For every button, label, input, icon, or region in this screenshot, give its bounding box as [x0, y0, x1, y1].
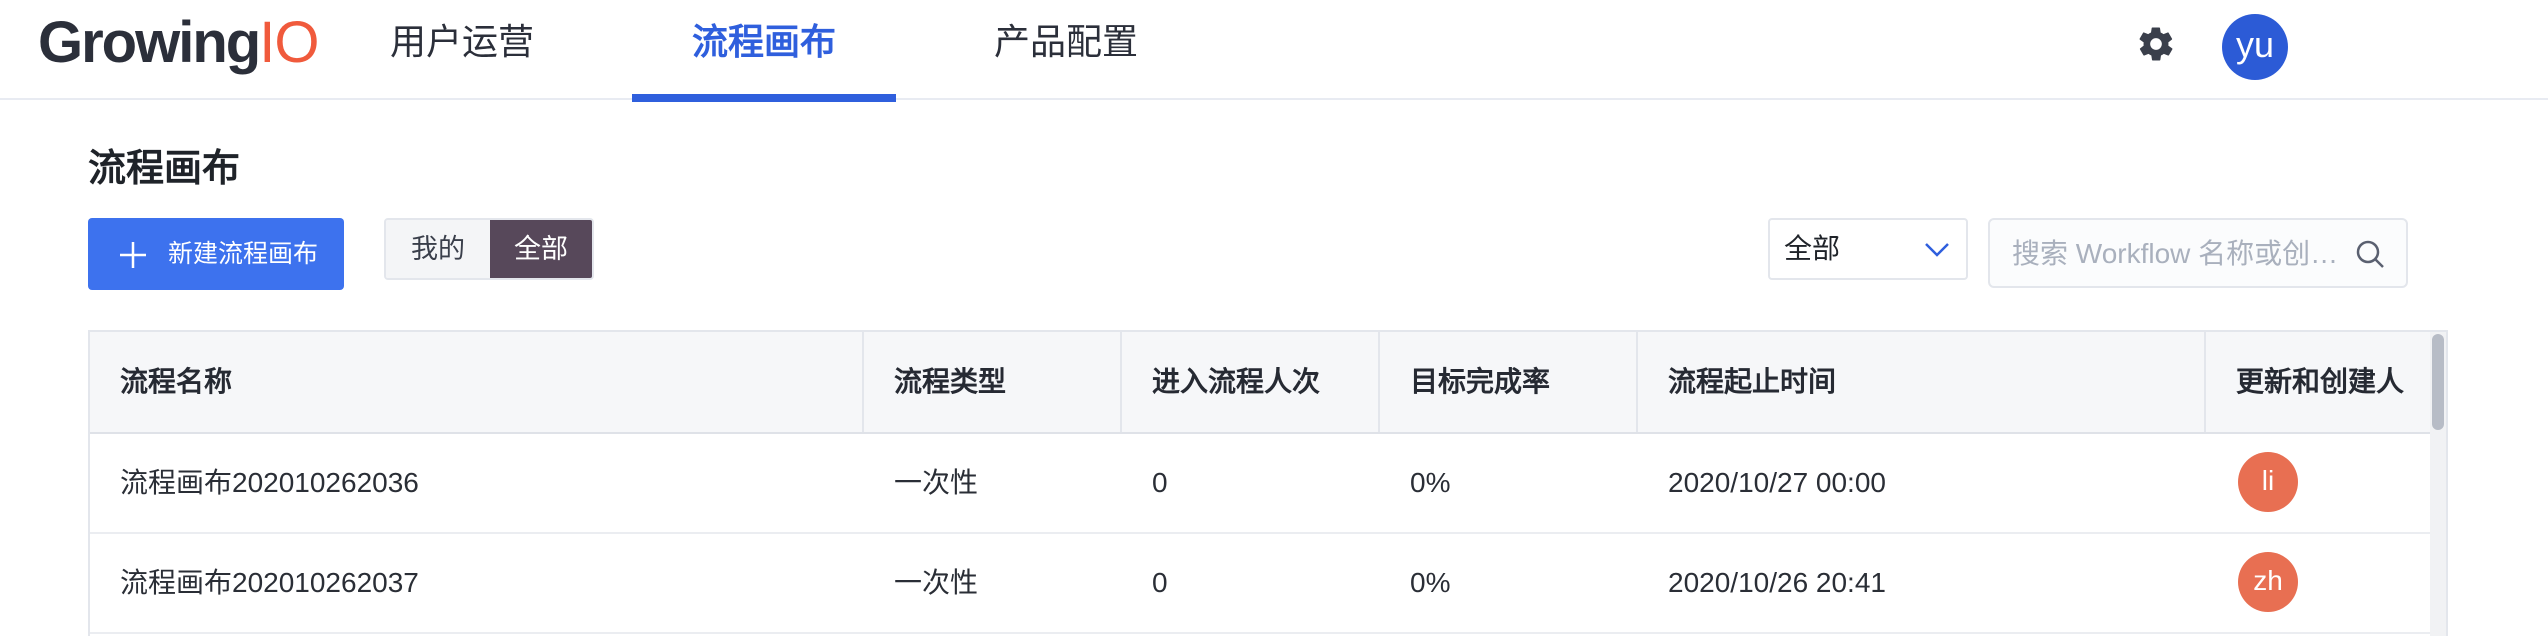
cell-completion-rate: 0%	[1410, 567, 1451, 598]
column-header-type[interactable]: 流程类型	[864, 332, 1122, 432]
cell-time-range: 2020/10/26 20:41	[1668, 567, 1886, 598]
column-header-name[interactable]: 流程名称	[90, 332, 864, 432]
cell-entries: 0	[1152, 467, 1168, 498]
nav-tab-label: 产品配置	[993, 21, 1138, 62]
filter-tab-mine[interactable]: 我的	[386, 220, 490, 278]
top-navigation-bar: GrowingIO 用户运营 流程画布 产品配置 yu	[0, 0, 2548, 102]
status-select-value: 全部	[1784, 233, 1841, 264]
cell-time-range: 2020/10/27 00:00	[1668, 467, 1886, 498]
nav-tab-product-config[interactable]: 产品配置	[966, 0, 1166, 100]
creator-avatar[interactable]: zh	[2238, 552, 2298, 612]
cell-entries: 0	[1152, 567, 1168, 598]
workflow-table: 流程名称 流程类型 进入流程人次 目标完成率 流程起止时间 更新和创建人 流程画…	[88, 330, 2448, 636]
table-header: 流程名称 流程类型 进入流程人次 目标完成率 流程起止时间 更新和创建人	[90, 332, 2446, 434]
column-header-time-range[interactable]: 流程起止时间	[1638, 332, 2206, 432]
user-avatar-initials: yu	[2235, 24, 2275, 65]
new-workflow-button-label: 新建流程画布	[168, 240, 319, 268]
scrollbar-thumb[interactable]	[2432, 334, 2444, 430]
nav-tab-workflow-canvas[interactable]: 流程画布	[632, 0, 896, 102]
search-input[interactable]	[2010, 232, 2354, 276]
cell-workflow-name[interactable]: 流程画布202010262036	[90, 434, 419, 532]
cell-workflow-name[interactable]: 流程画布202010262037	[90, 534, 419, 632]
logo-text-accent: IO	[259, 10, 319, 75]
user-avatar[interactable]: yu	[2222, 14, 2288, 80]
cell-workflow-type: 一次性	[894, 567, 979, 598]
page-title: 流程画布	[88, 148, 241, 190]
logo-text-main: Growing	[38, 10, 261, 75]
column-header-entries[interactable]: 进入流程人次	[1122, 332, 1380, 432]
table-row[interactable]: 流程画布202010262036 一次性 0 0% 2020/10/27 00:…	[90, 434, 2430, 534]
chevron-down-icon	[1925, 243, 1949, 257]
table-vertical-scrollbar[interactable]	[2430, 332, 2446, 636]
plus-icon	[120, 242, 146, 268]
nav-tab-label: 用户运营	[389, 21, 534, 62]
nav-tab-label: 流程画布	[691, 21, 836, 62]
gear-icon[interactable]	[2136, 24, 2176, 64]
search-box	[1988, 218, 2408, 288]
filter-tab-all[interactable]: 全部	[490, 220, 592, 278]
active-tab-indicator	[632, 94, 896, 102]
cell-completion-rate: 0%	[1410, 467, 1451, 498]
nav-tab-user-operations[interactable]: 用户运营	[362, 0, 562, 100]
creator-avatar[interactable]: li	[2238, 452, 2298, 512]
new-workflow-button[interactable]: 新建流程画布	[88, 218, 344, 290]
growingio-logo[interactable]: GrowingIO	[38, 10, 319, 76]
column-header-creator[interactable]: 更新和创建人	[2206, 332, 2446, 432]
status-select[interactable]: 全部	[1768, 218, 1968, 280]
column-header-completion-rate[interactable]: 目标完成率	[1380, 332, 1638, 432]
owner-filter-toggle: 我的 全部	[384, 218, 594, 280]
search-icon[interactable]	[2354, 238, 2386, 270]
cell-workflow-type: 一次性	[894, 467, 979, 498]
table-row[interactable]: 流程画布202010262037 一次性 0 0% 2020/10/26 20:…	[90, 534, 2430, 634]
